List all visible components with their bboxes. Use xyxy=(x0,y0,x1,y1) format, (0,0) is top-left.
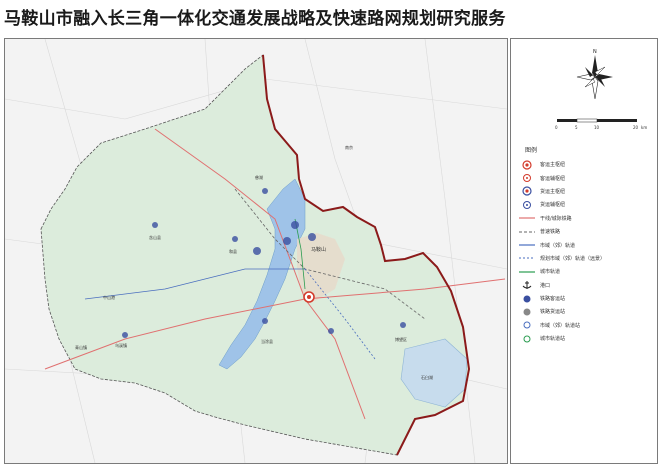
passenger-sub-hub-icon xyxy=(517,173,537,183)
map-station-marker xyxy=(328,328,334,334)
map-canvas[interactable]: 马鞍山 含山县 和县 当涂县 博望区 乌溪镇 慈湖 青山镇 中山港 石臼湖 南京 xyxy=(4,38,508,464)
legend-item: 客运主枢纽 xyxy=(517,158,653,171)
railway-passenger-station-icon xyxy=(517,294,537,304)
map-station-marker xyxy=(400,322,406,328)
legend: 图例 客运主枢纽 客运辅枢纽 货运主枢纽 货运辅枢纽 干线/城际铁路 普速铁路 … xyxy=(517,145,653,345)
port-icon xyxy=(517,280,537,290)
legend-item: 城市轨道 xyxy=(517,265,653,278)
legend-item: 货运辅枢纽 xyxy=(517,198,653,211)
legend-item: 普速铁路 xyxy=(517,225,653,238)
svg-text:N: N xyxy=(593,49,597,55)
scale-tick-10: 10 xyxy=(594,125,600,130)
normal-railway-icon xyxy=(517,227,537,237)
label-zhongshan: 中山港 xyxy=(103,294,115,300)
map-svg: 马鞍山 含山县 和县 当涂县 博望区 乌溪镇 慈湖 青山镇 中山港 石臼湖 南京 xyxy=(5,39,507,463)
map-station-marker xyxy=(253,247,261,255)
study-region-area xyxy=(40,54,470,456)
map-station-marker xyxy=(308,233,316,241)
map-station-marker xyxy=(122,332,128,338)
scale-tick-5: 5 xyxy=(575,125,578,130)
legend-panel: N 0 5 10 20 km 图例 客运主枢纽 客运辅枢纽 货运主枢纽 货运辅枢… xyxy=(510,38,658,464)
urban-rail-icon xyxy=(517,267,537,277)
label-hexian: 和县 xyxy=(229,248,237,254)
legend-item: 铁路客运站 xyxy=(517,292,653,305)
intercity-railway-icon xyxy=(517,213,537,223)
legend-item: 货运主枢纽 xyxy=(517,185,653,198)
legend-item: 市域（郊）轨道 xyxy=(517,238,653,251)
legend-item: 铁路货运站 xyxy=(517,305,653,318)
legend-item: 规划市域（郊）轨道（远景） xyxy=(517,252,653,265)
scale-tick-0: 0 xyxy=(555,125,558,130)
planned-suburban-rail-icon xyxy=(517,253,537,263)
label-nanjing: 南京 xyxy=(345,144,353,150)
freight-main-hub-icon xyxy=(517,186,537,197)
label-cihu: 慈湖 xyxy=(255,174,263,180)
freight-sub-hub-icon xyxy=(517,200,537,210)
label-qingshan: 青山镇 xyxy=(75,344,87,350)
suburban-rail-station-icon xyxy=(517,320,537,330)
label-dangtu: 当涂县 xyxy=(261,338,273,344)
label-wuxian: 乌溪镇 xyxy=(115,342,127,348)
passenger-main-hub-icon xyxy=(517,160,537,170)
urban-rail-station-icon xyxy=(517,334,537,344)
map-station-marker xyxy=(291,221,299,229)
scale-unit: km xyxy=(641,125,647,130)
suburban-rail-icon xyxy=(517,240,537,250)
map-station-marker xyxy=(262,188,268,194)
map-station-marker xyxy=(283,237,291,245)
legend-title: 图例 xyxy=(525,147,538,154)
scale-tick-20: 20 xyxy=(633,125,639,130)
legend-item: 干线/城际铁路 xyxy=(517,212,653,225)
scale-bar: 0 5 10 20 km xyxy=(551,117,651,133)
legend-item: 城市轨道站 xyxy=(517,332,653,345)
map-station-marker xyxy=(232,236,238,242)
label-shitou: 石臼湖 xyxy=(421,374,433,380)
label-bowang: 博望区 xyxy=(395,336,407,342)
label-maanshan: 马鞍山 xyxy=(311,246,326,253)
label-hanshan: 含山县 xyxy=(149,234,161,240)
legend-item: 客运辅枢纽 xyxy=(517,171,653,184)
railway-freight-station-icon xyxy=(517,307,537,317)
map-station-marker xyxy=(152,222,158,228)
legend-item: 港口 xyxy=(517,279,653,292)
map-station-marker xyxy=(262,318,268,324)
page-title: 马鞍山市融入长三角一体化交通发展战略及快速路网规划研究服务 xyxy=(4,9,506,29)
wind-rose-icon: N xyxy=(576,49,613,100)
legend-item: 市域（郊）轨道站 xyxy=(517,319,653,332)
